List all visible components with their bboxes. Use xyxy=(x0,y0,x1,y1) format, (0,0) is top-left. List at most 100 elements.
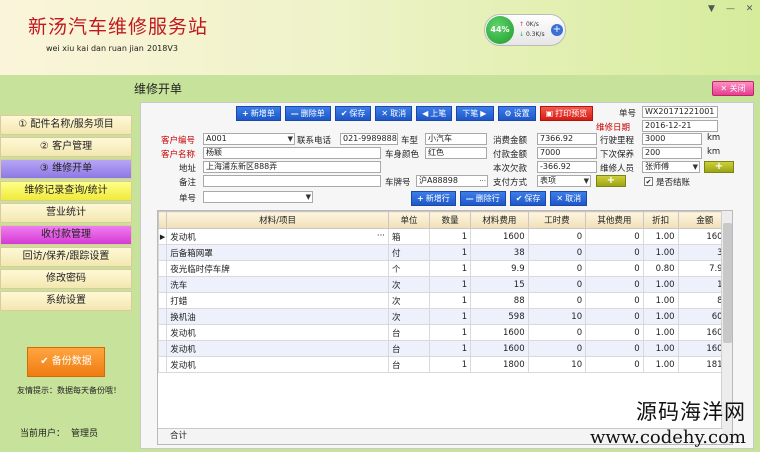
sidebar-item-customers[interactable]: ② 客户管理 xyxy=(0,137,132,157)
table-cell[interactable]: 0 xyxy=(585,340,644,357)
paid-amount-field[interactable]: 7000 xyxy=(537,147,597,159)
table-cell[interactable]: 台 xyxy=(387,340,431,357)
table-row[interactable]: 发动机台 1 1600 0 0 1.00 1600 xyxy=(157,324,733,341)
table-cell[interactable]: 换机油 xyxy=(166,308,389,325)
col-header-qty[interactable]: 数量 xyxy=(429,211,472,229)
table-cell[interactable]: 15 xyxy=(470,276,529,293)
table-cell[interactable]: 0 xyxy=(585,324,644,341)
print-preview-button[interactable]: ▣ 打印预览 xyxy=(539,106,594,121)
table-cell[interactable]: 发动机 xyxy=(166,324,389,341)
table-row[interactable]: 发动机台 1 1600 0 0 1.00 1600 xyxy=(157,340,733,357)
sidebar-item-repair-order[interactable]: ③ 维修开单 xyxy=(0,159,132,179)
settings-button[interactable]: ⚙ 设置 xyxy=(498,106,536,121)
table-cell[interactable]: 38 xyxy=(470,244,529,261)
sidebar-item-repair-records[interactable]: 维修记录查询/统计 xyxy=(0,181,132,201)
add-repairer-button[interactable]: + xyxy=(704,161,734,173)
add-line-button[interactable]: + 新增行 xyxy=(411,191,456,206)
table-cell[interactable]: 10 xyxy=(527,356,587,373)
table-row[interactable]: 打蜡次188001.0088 xyxy=(157,292,733,309)
table-cell[interactable]: 0 xyxy=(527,340,587,357)
table-cell[interactable]: 1 xyxy=(429,356,472,373)
table-cell[interactable]: 0 xyxy=(527,276,587,293)
col-header-other-cost[interactable]: 其他费用 xyxy=(585,211,644,229)
table-cell[interactable]: 0 xyxy=(527,260,587,277)
next-record-button[interactable]: 下笔 ▶ xyxy=(456,106,495,121)
customer-no-select[interactable]: A001 ▼ xyxy=(203,133,295,145)
table-cell[interactable]: 0 xyxy=(585,308,644,325)
table-cell[interactable]: 0 xyxy=(585,228,644,245)
scrollbar-thumb[interactable] xyxy=(723,223,732,343)
table-cell[interactable]: 发动机 xyxy=(166,340,389,357)
table-cell[interactable]: 付 xyxy=(387,244,431,261)
table-cell[interactable]: 1 xyxy=(429,292,472,309)
table-cell[interactable]: 1600 xyxy=(470,324,529,341)
col-header-discount[interactable]: 折扣 xyxy=(642,211,679,229)
table-row[interactable]: ▶ 发动机 ··· 箱 1 1600 0 0 1.00 1600 xyxy=(157,228,733,245)
table-cell[interactable]: 1800 xyxy=(470,356,529,373)
table-cell[interactable]: 次 xyxy=(387,276,431,293)
table-row[interactable]: 发动机台 1 1800 10 0 1.00 1810 xyxy=(157,356,733,373)
table-row[interactable]: 后备箱网罩付138001.0038 xyxy=(157,244,733,261)
table-cell[interactable]: 1.00 xyxy=(642,244,679,261)
network-speed-widget[interactable]: 44% ↑ 0K/s ↓ 0.3K/s + xyxy=(484,14,566,46)
menu-dropdown-icon[interactable]: ▼ xyxy=(705,4,718,14)
sidebar-item-business-stats[interactable]: 营业统计 xyxy=(0,203,132,223)
table-cell[interactable]: 10 xyxy=(527,308,587,325)
table-cell[interactable]: 1600 xyxy=(470,340,529,357)
close-icon[interactable]: ✕ xyxy=(743,4,756,14)
repair-date-field[interactable]: 2016-12-21 xyxy=(642,120,718,132)
table-cell[interactable]: 0 xyxy=(585,276,644,293)
table-cell[interactable]: 个 xyxy=(387,260,431,277)
table-cell[interactable]: 台 xyxy=(387,324,431,341)
order-no-field[interactable]: WX20171221001 xyxy=(642,106,718,118)
car-type-field[interactable]: 小汽车 xyxy=(425,133,487,145)
table-cell[interactable]: 1.00 xyxy=(642,340,679,357)
contact-phone-field[interactable]: 021-99898888 xyxy=(340,133,398,145)
table-cell[interactable]: 1 xyxy=(429,228,472,245)
cancel-line-button[interactable]: ✕ 取消 xyxy=(550,191,588,206)
sidebar-item-payments[interactable]: 收付款管理 xyxy=(0,225,132,245)
sidebar-item-change-password[interactable]: 修改密码 xyxy=(0,269,132,289)
col-header-item[interactable]: 材料/项目 xyxy=(166,211,389,229)
table-cell[interactable]: 台 xyxy=(387,356,431,373)
table-cell[interactable]: 发动机 xyxy=(166,356,389,373)
table-cell[interactable]: 1 xyxy=(429,244,472,261)
table-cell[interactable]: 1600 xyxy=(470,228,529,245)
delete-line-button[interactable]: — 删除行 xyxy=(459,191,506,206)
table-cell[interactable]: 1 xyxy=(429,260,472,277)
table-cell[interactable]: 1 xyxy=(429,308,472,325)
table-cell[interactable]: 洗车 xyxy=(166,276,389,293)
sub-order-select[interactable]: ▼ xyxy=(203,191,313,203)
next-service-field[interactable]: 200 xyxy=(642,147,702,159)
total-amount-field[interactable]: 7366.92 xyxy=(537,133,597,145)
ellipsis-icon[interactable]: ··· xyxy=(377,231,385,241)
table-cell[interactable]: 0 xyxy=(585,292,644,309)
col-header-material-cost[interactable]: 材料费用 xyxy=(470,211,529,229)
table-cell[interactable]: 1.00 xyxy=(642,276,679,293)
customer-name-field[interactable]: 杨颖 xyxy=(203,147,381,159)
table-cell[interactable]: 0 xyxy=(527,228,587,245)
table-row[interactable]: 洗车次115001.0015 xyxy=(157,276,733,293)
sidebar-item-parts-services[interactable]: ① 配件名称/服务项目 xyxy=(0,115,132,135)
settled-checkbox[interactable]: ✔ xyxy=(644,177,653,186)
save-line-button[interactable]: ✔ 保存 xyxy=(509,191,547,206)
table-cell[interactable]: 1 xyxy=(429,324,472,341)
save-button[interactable]: ✔ 保存 xyxy=(334,106,372,121)
backup-data-button[interactable]: ✔ 备份数据 xyxy=(27,347,105,377)
previous-record-button[interactable]: ◀ 上笔 xyxy=(416,106,453,121)
sidebar-item-system-settings[interactable]: 系统设置 xyxy=(0,291,132,311)
payment-method-select[interactable]: 表项 ▼ xyxy=(537,175,591,187)
cancel-button[interactable]: ✕ 取消 xyxy=(375,106,413,121)
table-cell[interactable]: 1 xyxy=(429,340,472,357)
sidebar-item-followup-settings[interactable]: 回访/保养/跟踪设置 xyxy=(0,247,132,267)
table-cell[interactable]: 1.00 xyxy=(642,324,679,341)
table-cell[interactable]: 1 xyxy=(429,276,472,293)
table-cell[interactable]: 88 xyxy=(470,292,529,309)
table-cell[interactable]: 0 xyxy=(585,244,644,261)
plate-field[interactable]: 沪A88898 ··· xyxy=(416,175,488,187)
owed-field[interactable]: -366.92 xyxy=(537,161,597,173)
table-cell[interactable]: 次 xyxy=(387,292,431,309)
table-cell[interactable]: 9.9 xyxy=(470,260,529,277)
col-header-unit[interactable]: 单位 xyxy=(387,211,431,229)
close-page-button[interactable]: ✕ 关闭 xyxy=(712,81,754,96)
